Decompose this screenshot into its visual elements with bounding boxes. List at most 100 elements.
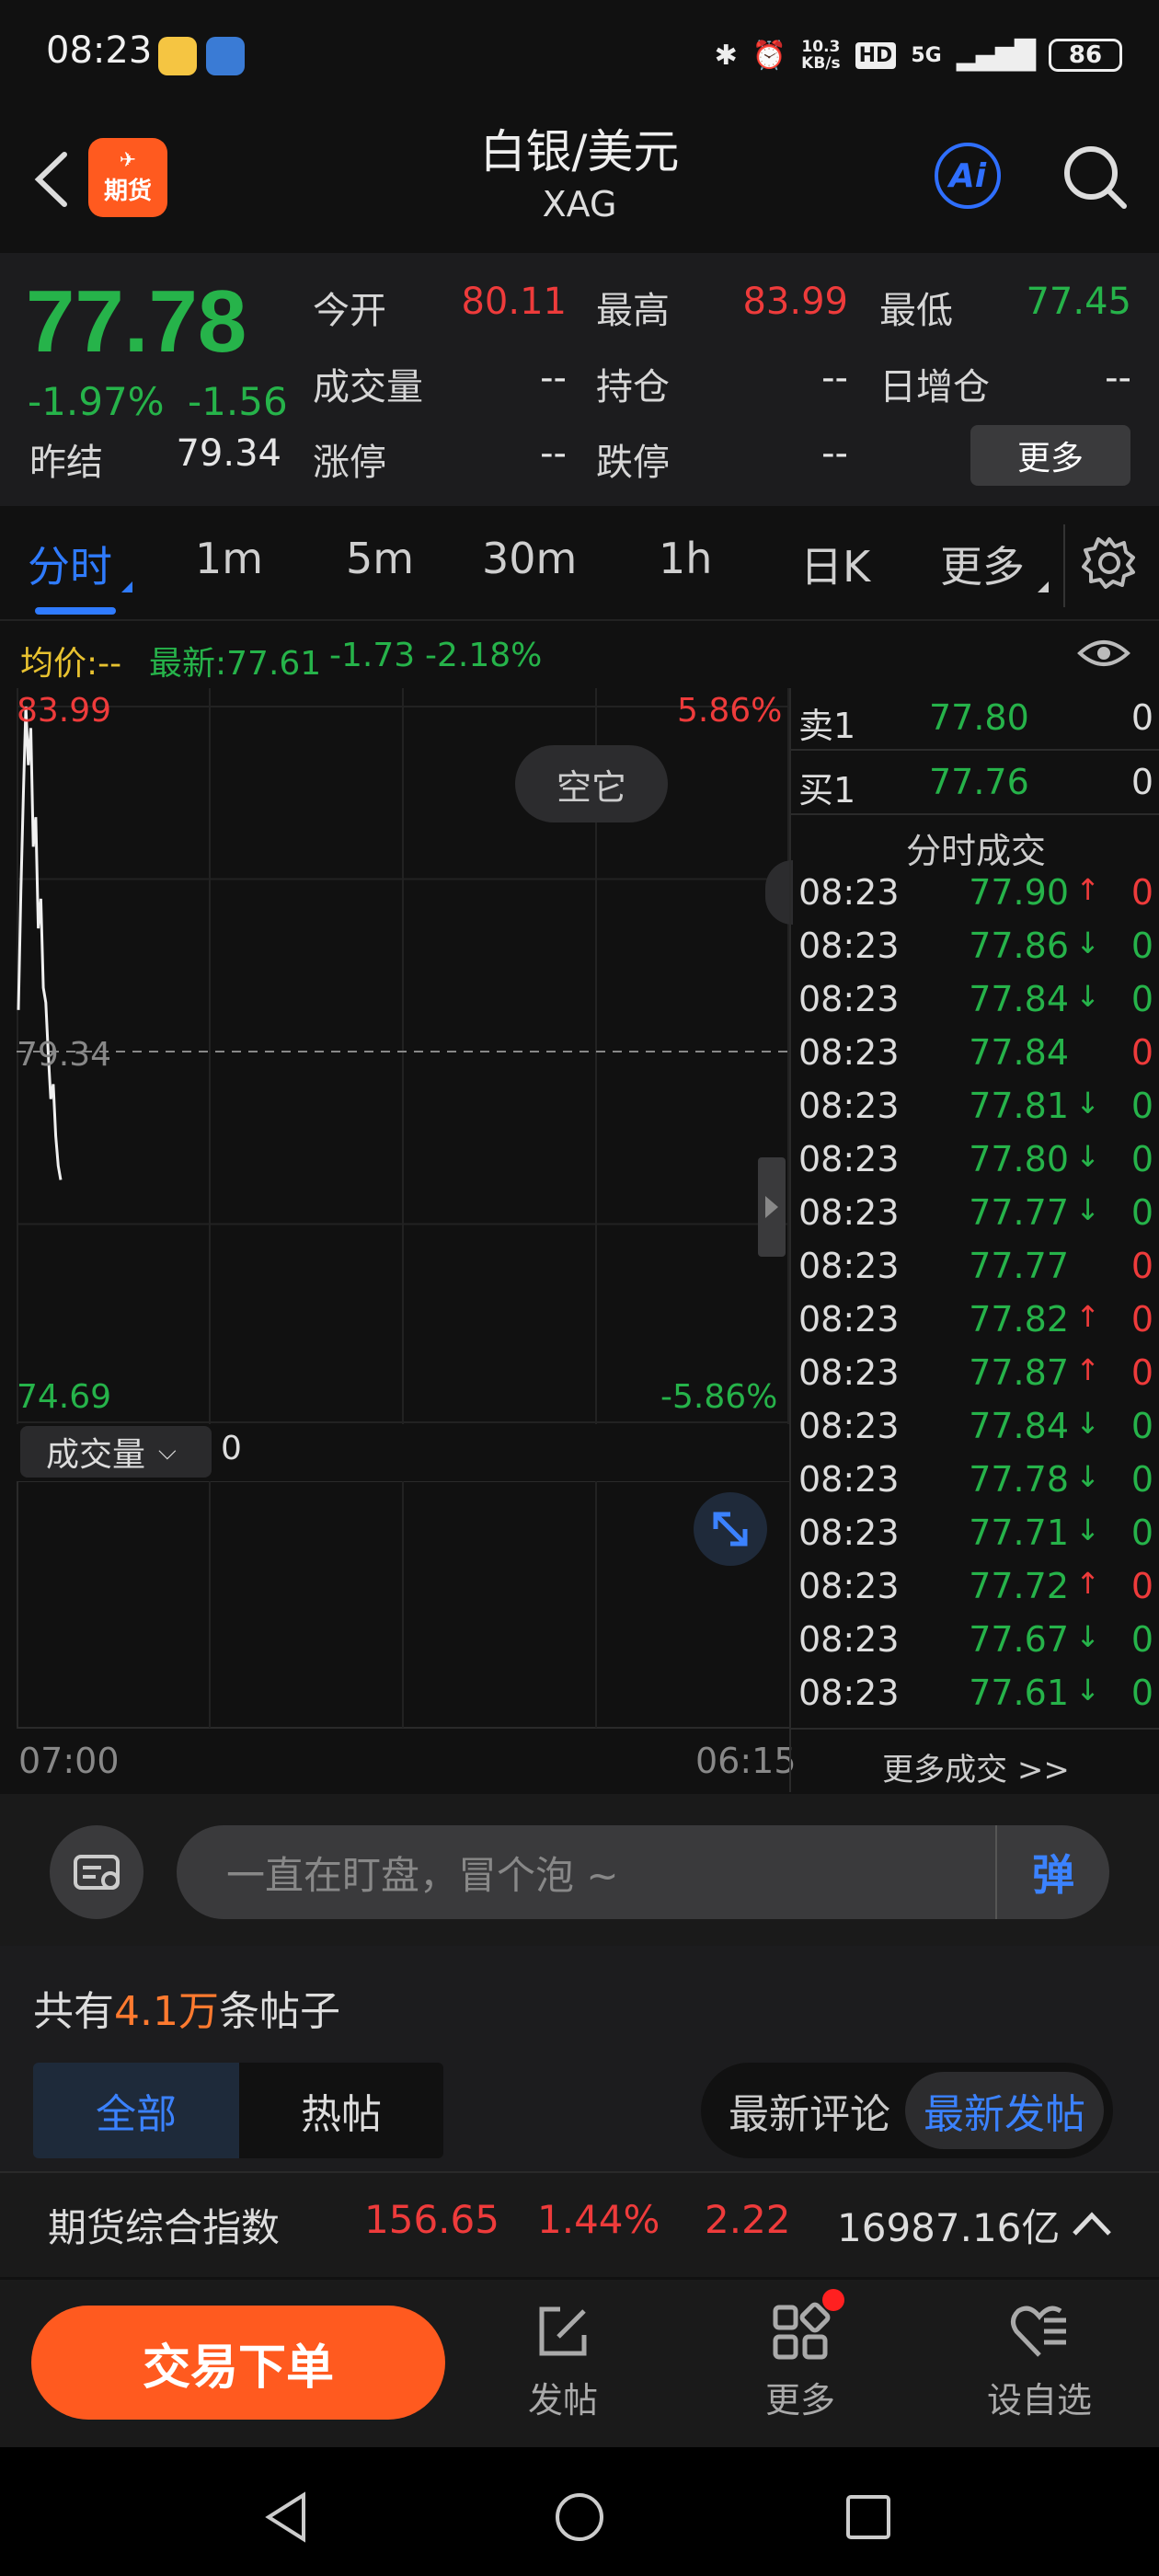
danmaku-toggle-button[interactable]: 弹 bbox=[995, 1825, 1109, 1919]
tick-volume: 0 bbox=[1130, 1566, 1153, 1606]
notification-dot bbox=[822, 2289, 844, 2311]
prev-settle-value: 79.34 bbox=[176, 432, 281, 475]
weibo-app-icon bbox=[158, 37, 197, 75]
status-icons: ✱ ⏰ 10.3 KB/s HD 5G ▂▄▆█ 86 bbox=[715, 28, 1122, 83]
collapse-panel-handle[interactable] bbox=[758, 1157, 786, 1257]
tick-direction-icon: ↓ bbox=[1075, 1139, 1100, 1174]
more-quote-button[interactable]: 更多 bbox=[970, 425, 1130, 486]
battery-icon: 86 bbox=[1049, 39, 1122, 72]
sort-latest-comment[interactable]: 最新评论 bbox=[717, 2063, 901, 2158]
tick-row: 08:23 77.82 ↑ 0 bbox=[791, 1299, 1159, 1352]
volume-value: 0 bbox=[221, 1430, 242, 1467]
position-label: 持仓 bbox=[596, 366, 670, 408]
limit-up-label: 涨停 bbox=[313, 442, 386, 484]
signal-bars-icon: ▂▄▆█ bbox=[956, 39, 1036, 72]
tab-intraday[interactable]: 分时 bbox=[28, 534, 112, 594]
tab-1h[interactable]: 1h bbox=[659, 534, 712, 583]
tab-more[interactable]: 更多 bbox=[940, 534, 1025, 594]
tick-direction-icon: ↓ bbox=[1075, 1459, 1100, 1494]
tick-direction-icon: ↓ bbox=[1075, 979, 1100, 1014]
clock: 08:23 bbox=[46, 29, 153, 72]
tick-volume: 0 bbox=[1130, 1619, 1153, 1660]
nav-recents-icon[interactable] bbox=[844, 2493, 892, 2541]
volume-value: -- bbox=[540, 357, 567, 399]
sort-latest-post[interactable]: 最新发帖 bbox=[905, 2072, 1104, 2149]
add-watchlist-button[interactable]: 设自选 bbox=[957, 2300, 1122, 2429]
trade-panel: 卖1 77.80 0 买1 77.76 0 分时成交 08:23 77.90 ↑ 0 0… bbox=[789, 688, 1159, 1792]
tick-time: 08:23 bbox=[798, 1673, 900, 1713]
post-button[interactable]: 发帖 bbox=[480, 2300, 646, 2429]
tick-direction-icon: ↑ bbox=[1075, 1299, 1100, 1334]
low-label: 最低 bbox=[879, 290, 953, 332]
tick-volume: 0 bbox=[1130, 1139, 1153, 1179]
tab-1m[interactable]: 1m bbox=[195, 534, 263, 583]
tab-hot-posts[interactable]: 热帖 bbox=[239, 2063, 443, 2158]
heart-icon bbox=[1011, 2306, 1066, 2357]
more-button[interactable]: 更多 bbox=[717, 2300, 883, 2429]
tick-time: 08:23 bbox=[798, 1619, 900, 1660]
bluetooth-icon: ✱ bbox=[714, 39, 738, 72]
tick-time: 08:23 bbox=[798, 1246, 900, 1286]
nav-back-icon[interactable] bbox=[263, 2491, 309, 2543]
tab-dropdown-icon bbox=[121, 581, 132, 592]
more-ticks-link[interactable]: 更多成交 >> bbox=[791, 1728, 1159, 1789]
tick-direction-icon: ↑ bbox=[1075, 872, 1100, 907]
search-icon[interactable] bbox=[1058, 140, 1131, 213]
low-value: 77.45 bbox=[1026, 281, 1131, 323]
volume-indicator-select[interactable]: 成交量 ⌵ bbox=[20, 1426, 212, 1478]
trade-order-button[interactable]: 交易下单 bbox=[31, 2306, 445, 2420]
tick-row: 08:23 77.72 ↑ 0 bbox=[791, 1566, 1159, 1619]
tick-row: 08:23 77.77 0 bbox=[791, 1246, 1159, 1299]
tick-volume: 0 bbox=[1130, 979, 1153, 1019]
chevron-up-icon[interactable] bbox=[1069, 2208, 1115, 2239]
tick-time: 08:23 bbox=[798, 1352, 900, 1393]
gear-icon[interactable] bbox=[1082, 535, 1137, 591]
tick-price: 77.72 bbox=[969, 1566, 1069, 1606]
nav-home-icon[interactable] bbox=[552, 2490, 607, 2545]
time-start: 07:00 bbox=[18, 1741, 120, 1781]
tab-5m[interactable]: 5m bbox=[346, 534, 414, 583]
open-value: 80.11 bbox=[461, 281, 567, 323]
status-bar: 08:23 ✱ ⏰ 10.3 KB/s HD 5G ▂▄▆█ 86 bbox=[0, 0, 1159, 110]
latest-change-pct: -2.18% bbox=[425, 637, 543, 674]
eye-icon[interactable] bbox=[1076, 635, 1131, 672]
tick-time: 08:23 bbox=[798, 1406, 900, 1446]
tick-volume: 0 bbox=[1130, 1192, 1153, 1233]
tick-price: 77.77 bbox=[969, 1192, 1069, 1233]
tick-volume: 0 bbox=[1130, 926, 1153, 966]
tab-30m[interactable]: 30m bbox=[482, 534, 577, 583]
avg-price: 均价:-- bbox=[20, 645, 122, 683]
price-line bbox=[17, 706, 63, 1180]
tick-direction-icon: ↑ bbox=[1075, 1566, 1100, 1601]
time-end: 06:15 bbox=[695, 1741, 797, 1781]
sentiment-badge[interactable]: 空它 bbox=[515, 745, 668, 822]
change-pct: -1.97% bbox=[28, 379, 165, 424]
ai-assistant-icon[interactable]: Ai bbox=[935, 143, 1001, 209]
tick-direction-icon: ↓ bbox=[1075, 1192, 1100, 1227]
comment-input[interactable]: 一直在盯盘，冒个泡 ~ bbox=[177, 1825, 1109, 1919]
last-price: 77.78 bbox=[26, 272, 247, 371]
tick-volume: 0 bbox=[1130, 1459, 1153, 1500]
tick-direction-icon: ↓ bbox=[1075, 1086, 1100, 1121]
system-nav-bar bbox=[0, 2447, 1159, 2576]
danmaku-settings-button[interactable] bbox=[50, 1825, 143, 1919]
tick-price: 77.67 bbox=[969, 1619, 1069, 1660]
chart-top-pct: 5.86% bbox=[677, 692, 783, 730]
tick-price: 77.84 bbox=[969, 979, 1069, 1019]
tick-row: 08:23 77.87 ↑ 0 bbox=[791, 1352, 1159, 1406]
tab-divider bbox=[1063, 524, 1065, 607]
tick-direction-icon: ↑ bbox=[1075, 1352, 1100, 1387]
tab-all-posts[interactable]: 全部 bbox=[33, 2063, 239, 2158]
tick-time: 08:23 bbox=[798, 926, 900, 966]
tick-row: 08:23 77.90 ↑ 0 bbox=[791, 872, 1159, 926]
tick-volume: 0 bbox=[1130, 1246, 1153, 1286]
tick-volume: 0 bbox=[1130, 1673, 1153, 1713]
expand-chart-button[interactable] bbox=[694, 1492, 767, 1566]
tick-row: 08:23 77.67 ↓ 0 bbox=[791, 1619, 1159, 1673]
intraday-chart[interactable] bbox=[17, 688, 789, 1424]
tab-daily-k[interactable]: 日K bbox=[800, 534, 870, 594]
chart-bottom-pct: -5.86% bbox=[660, 1378, 778, 1416]
chart-mid-price: 79.34 bbox=[17, 1036, 112, 1074]
ticks-title: 分时成交 bbox=[905, 831, 1046, 871]
tick-price: 77.77 bbox=[969, 1246, 1069, 1286]
